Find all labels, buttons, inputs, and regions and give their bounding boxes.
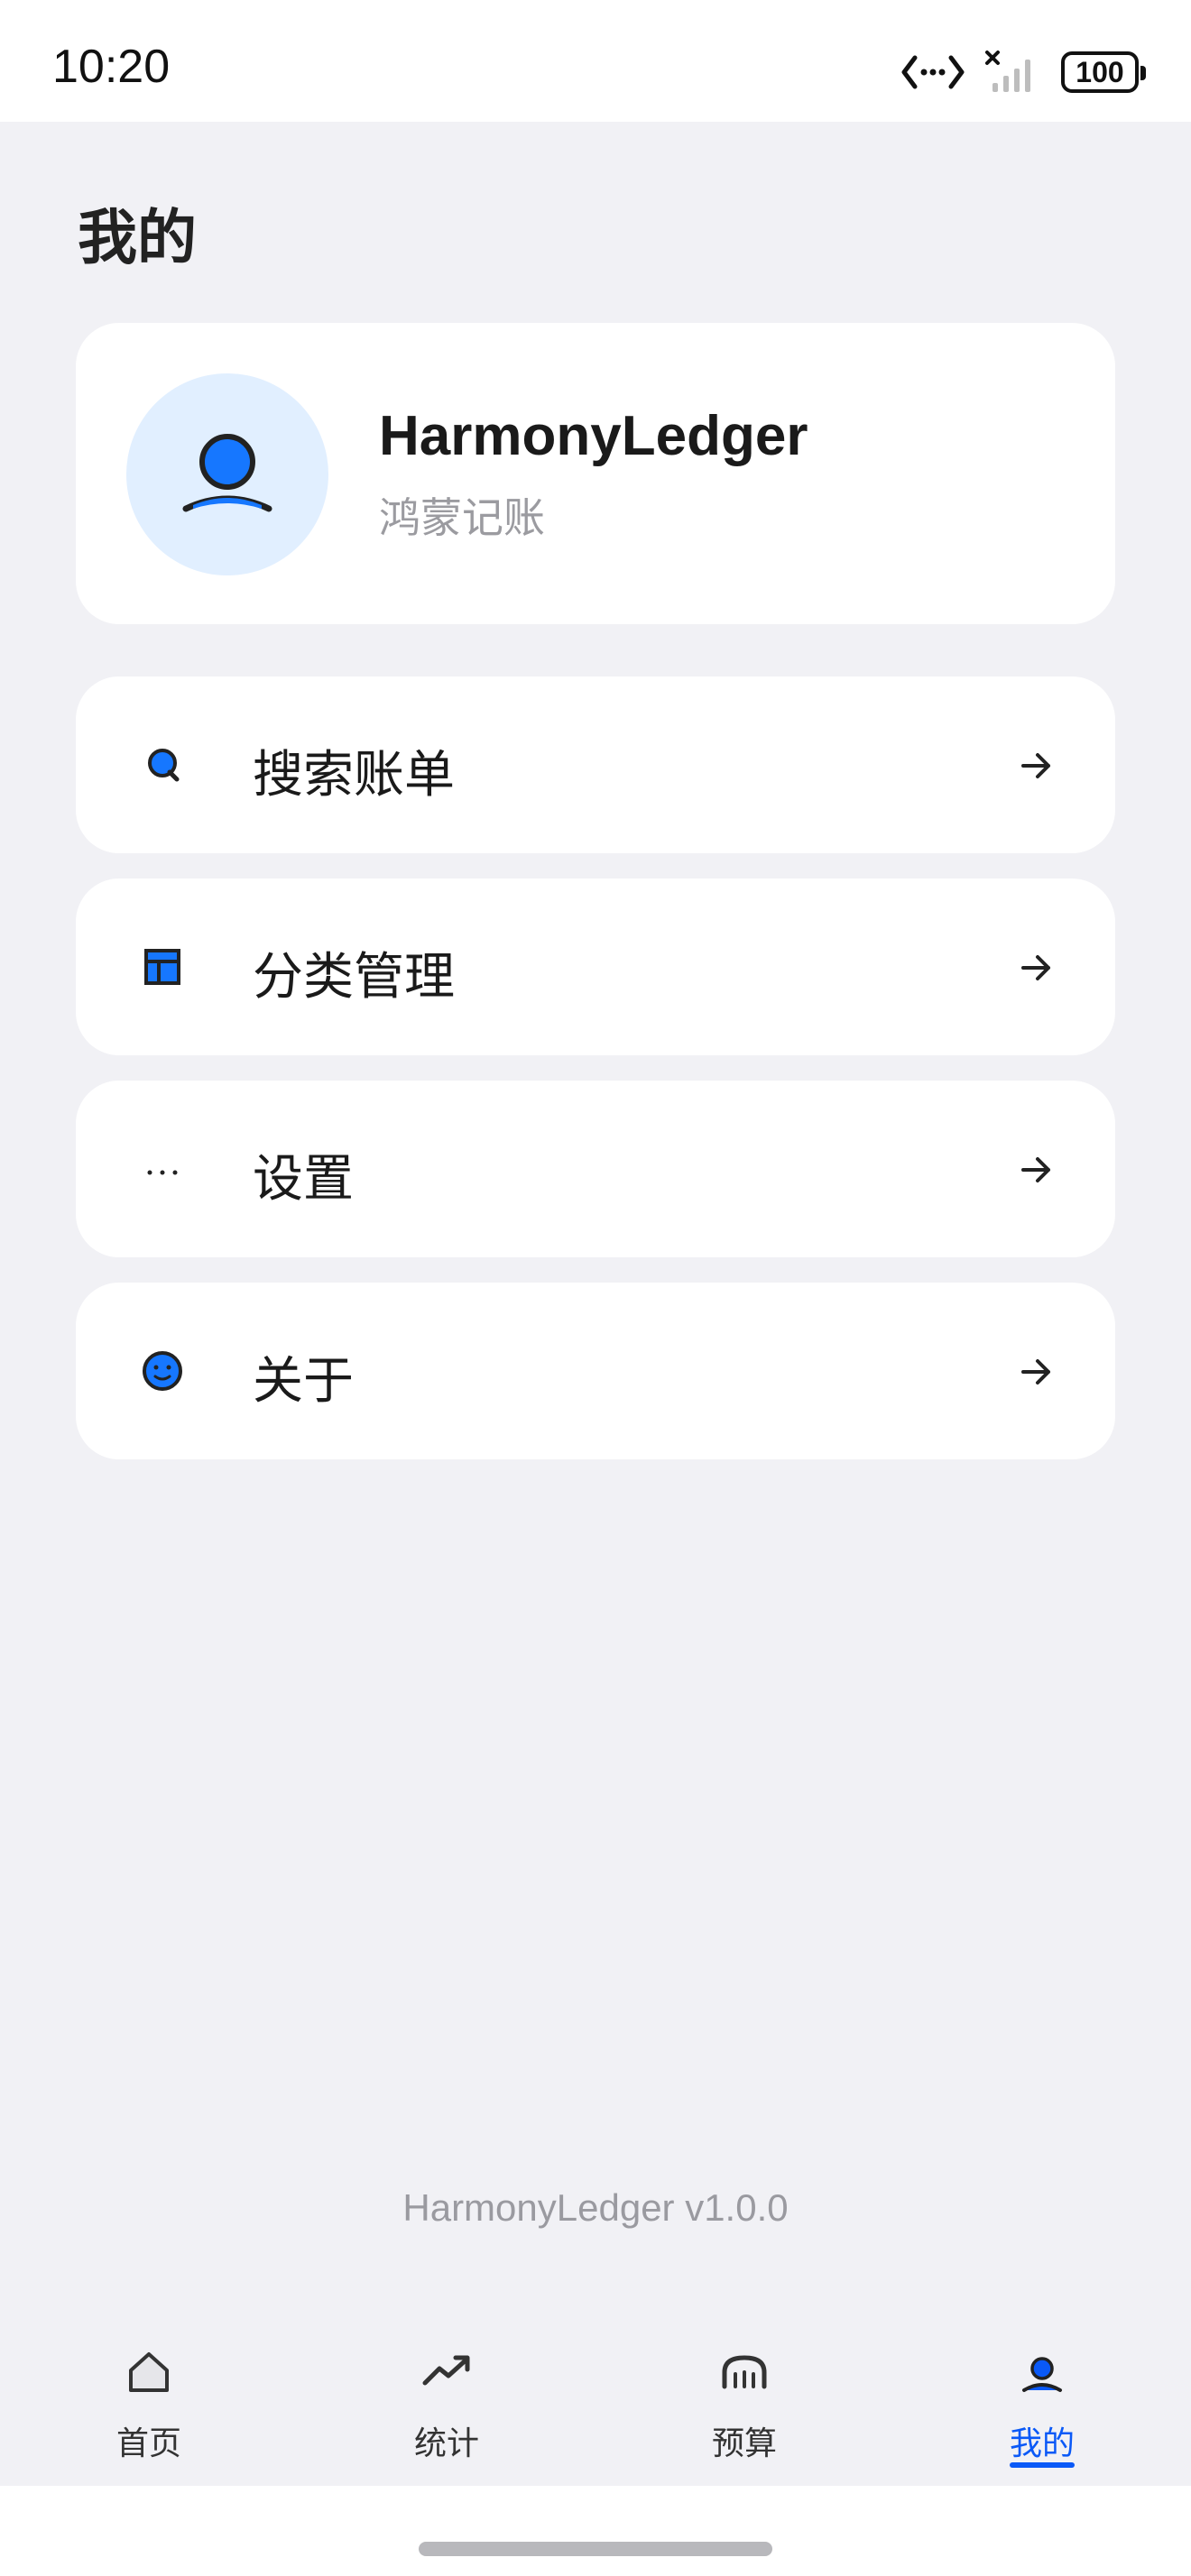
arrow-right-icon	[1021, 1359, 1050, 1385]
profile-name: HarmonyLedger	[379, 405, 808, 467]
bottom-safe-area	[0, 2486, 1191, 2576]
budget-icon	[722, 2355, 767, 2389]
home-icon	[129, 2352, 169, 2392]
tab-mine[interactable]: 我的	[952, 2327, 1132, 2486]
menu-item-settings[interactable]: 设置	[76, 1081, 1115, 1257]
menu-label: 分类管理	[253, 948, 455, 1007]
tab-label: 我的	[1009, 2425, 1075, 2462]
active-tab-indicator	[1010, 2462, 1075, 2468]
version-text: HarmonyLedger v1.0.0	[402, 2186, 789, 2229]
avatar	[126, 373, 328, 575]
arrow-right-icon	[1021, 1157, 1050, 1182]
profile-subtitle: 鸿蒙记账	[379, 493, 545, 542]
smiley-icon	[143, 1351, 182, 1391]
menu-label: 设置	[253, 1150, 354, 1209]
menu-item-search-bills[interactable]: 搜索账单	[76, 676, 1115, 853]
profile-card[interactable]: HarmonyLedger 鸿蒙记账	[76, 323, 1115, 624]
menu-item-category-management[interactable]: 分类管理	[76, 879, 1115, 1055]
data-transfer-icon	[901, 55, 965, 89]
menu-label: 关于	[253, 1352, 354, 1411]
menu-item-about[interactable]: 关于	[76, 1283, 1115, 1459]
arrow-right-icon	[1021, 753, 1050, 778]
person-icon	[182, 434, 272, 512]
arrow-right-icon	[1021, 955, 1050, 980]
tab-budget[interactable]: 预算	[654, 2327, 835, 2486]
page-title: 我的	[78, 203, 197, 272]
tab-home[interactable]: 首页	[59, 2327, 239, 2486]
trend-icon	[422, 2355, 470, 2386]
person-icon	[1022, 2357, 1062, 2392]
home-indicator[interactable]	[419, 2542, 772, 2556]
no-signal-icon	[985, 51, 1030, 92]
search-icon	[148, 749, 180, 782]
category-grid-icon	[144, 949, 180, 985]
tab-label: 预算	[711, 2425, 777, 2462]
status-time: 10:20	[52, 41, 171, 93]
tab-bar: 首页 统计 预算 我的	[0, 2327, 1191, 2486]
status-icons: 100	[900, 45, 1146, 99]
menu-label: 搜索账单	[253, 746, 455, 805]
tab-label: 首页	[115, 2425, 181, 2462]
battery-level: 100	[1076, 55, 1124, 88]
battery-icon: 100	[1061, 51, 1146, 93]
more-dots-icon	[147, 1170, 178, 1175]
status-bar: 10:20 100	[0, 0, 1191, 122]
tab-statistics[interactable]: 统计	[356, 2327, 537, 2486]
tab-label: 统计	[413, 2425, 479, 2462]
